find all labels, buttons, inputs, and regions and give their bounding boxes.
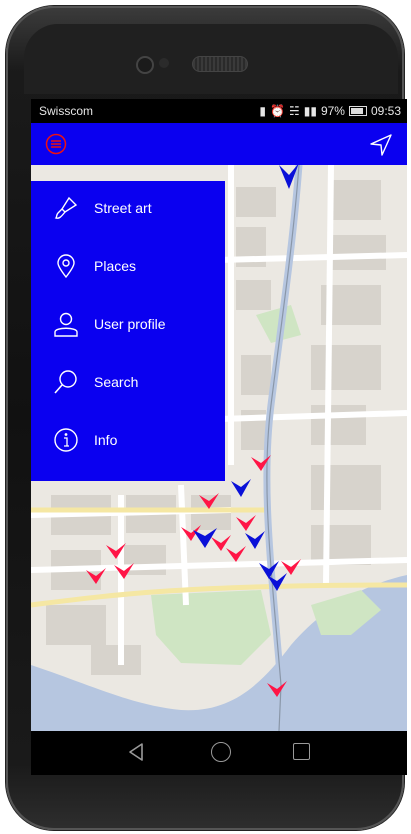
home-icon[interactable] xyxy=(211,742,231,762)
paintbrush-icon xyxy=(54,196,78,219)
side-drawer: Street art Places User profile Search In… xyxy=(31,181,225,481)
status-icons: ▮ ⏰ ☵ ▮▮ 97% 09:53 xyxy=(259,104,401,118)
drawer-item-label: Search xyxy=(94,374,139,390)
system-nav-bar xyxy=(31,731,407,775)
drawer-item-label: Street art xyxy=(94,200,152,216)
back-icon[interactable] xyxy=(127,742,145,762)
navigation-arrow-icon[interactable] xyxy=(369,133,393,157)
alarm-icon: ⏰ xyxy=(270,104,285,118)
front-camera xyxy=(136,56,154,74)
battery-percent: 97% xyxy=(320,104,345,118)
earpiece-speaker xyxy=(192,56,248,72)
vibrate-icon: ▮ xyxy=(259,104,266,118)
status-bar: Swisscom ▮ ⏰ ☵ ▮▮ 97% 09:53 xyxy=(31,99,407,123)
drawer-item-user-profile[interactable]: User profile xyxy=(31,305,225,345)
user-icon xyxy=(54,312,78,337)
recent-apps-icon[interactable] xyxy=(293,743,310,760)
search-icon xyxy=(54,370,77,394)
drawer-item-label: User profile xyxy=(94,316,166,332)
signal-icon: ▮▮ xyxy=(303,104,317,118)
wifi-icon: ☵ xyxy=(288,104,300,118)
drawer-item-info[interactable]: Info xyxy=(31,421,225,461)
clock: 09:53 xyxy=(370,104,401,118)
info-icon xyxy=(54,428,78,452)
drawer-item-label: Info xyxy=(94,432,118,448)
drawer-item-places[interactable]: Places xyxy=(31,247,225,287)
carrier-name: Swisscom xyxy=(39,104,94,118)
proximity-sensor xyxy=(159,58,169,68)
location-pin-icon xyxy=(57,254,75,279)
hamburger-menu-icon[interactable] xyxy=(45,133,67,155)
phone-screen: Swisscom ▮ ⏰ ☵ ▮▮ 97% 09:53 Street art P… xyxy=(31,99,407,775)
app-bar xyxy=(31,123,407,165)
drawer-item-search[interactable]: Search xyxy=(31,363,225,403)
phone-frame: Swisscom ▮ ⏰ ☵ ▮▮ 97% 09:53 Street art P… xyxy=(6,6,407,830)
battery-icon xyxy=(348,106,367,116)
drawer-item-label: Places xyxy=(94,258,137,274)
drawer-item-street-art[interactable]: Street art xyxy=(31,189,225,229)
